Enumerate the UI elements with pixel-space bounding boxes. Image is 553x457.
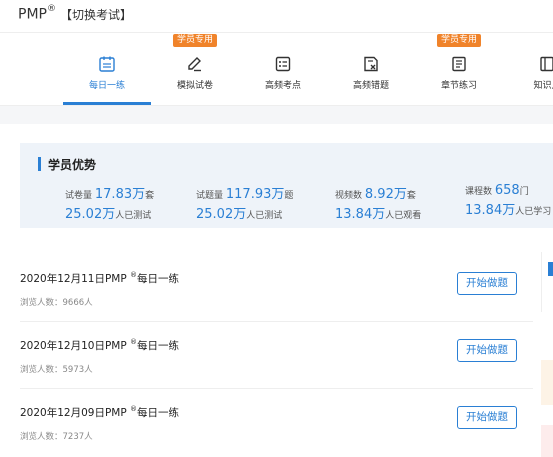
stat-label: 课程数 (465, 187, 493, 197)
start-practice-button[interactable]: 开始做题 (457, 339, 517, 362)
student-advantage-panel: 学员优势 试卷量 17.83万套 25.02万人已测试 试题量 117.93万题… (20, 143, 553, 228)
stat-count: 25.02万 (196, 207, 247, 222)
tab-daily-practice[interactable]: 每日一练 (63, 33, 151, 105)
stat-value: 117.93万 (225, 187, 285, 202)
list-item: 2020年12月11日PMP ®每日一练 浏览人数：9666人 开始做题 (20, 255, 533, 322)
stat-videos: 视频数 8.92万套 13.84万人已观看 (335, 183, 475, 222)
student-only-badge: 学员专用 (436, 34, 482, 47)
view-count: 浏览人数：9666人 (20, 298, 93, 308)
doc-x-icon (364, 56, 378, 72)
section-spacer (0, 106, 553, 124)
stat-count: 13.84万 (465, 203, 516, 218)
stat-count: 25.02万 (65, 207, 116, 222)
stat-count-label: 人已测试 (246, 211, 283, 221)
start-practice-button[interactable]: 开始做题 (457, 272, 517, 295)
book-icon (452, 56, 466, 72)
view-count: 浏览人数：7237人 (20, 432, 93, 442)
stat-value: 658 (494, 183, 520, 198)
switch-exam-link[interactable]: 【切换考试】 (60, 6, 132, 23)
start-practice-button[interactable]: 开始做题 (457, 406, 517, 429)
stat-papers: 试卷量 17.83万套 25.02万人已测试 (65, 183, 205, 222)
student-only-badge: 学员专用 (172, 34, 218, 47)
feature-tabs: 每日一练 学员专用 模拟试卷 高频考点 高频错题 学员专用 章节练习 知识点 (0, 33, 553, 105)
calendar-icon (99, 56, 115, 72)
stat-count-label: 人已测试 (115, 211, 152, 221)
top-header: PMP® 【切换考试】 (0, 0, 553, 28)
tab-frequent-mistakes[interactable]: 高频错题 (327, 33, 415, 105)
stat-count: 13.84万 (335, 207, 386, 222)
tab-label: 高频考点 (264, 81, 301, 91)
stat-label: 视频数 (335, 191, 363, 201)
knowledge-icon (540, 56, 553, 72)
pen-icon (188, 57, 201, 72)
stat-unit: 套 (145, 191, 155, 201)
stat-label: 试卷量 (65, 191, 93, 201)
advantage-title: 学员优势 (48, 158, 97, 172)
list-item: 2020年12月09日PMP ®每日一练 浏览人数：7237人 开始做题 (20, 389, 533, 456)
practice-title[interactable]: 2020年12月10日PMP ®每日一练 (20, 338, 179, 353)
exam-brand: PMP® (18, 4, 56, 23)
side-accent-bar (548, 262, 553, 276)
stat-value: 8.92万 (364, 187, 407, 202)
stat-count-label: 人已学习 (515, 207, 552, 217)
stat-count-label: 人已观看 (385, 211, 422, 221)
tab-label: 知识点 (533, 81, 553, 91)
side-card (541, 360, 553, 405)
view-count: 浏览人数：5973人 (20, 365, 93, 375)
tab-knowledge-points[interactable]: 知识点 (503, 33, 553, 105)
tab-chapter-practice[interactable]: 学员专用 章节练习 (415, 33, 503, 105)
practice-title[interactable]: 2020年12月09日PMP ®每日一练 (20, 405, 179, 420)
stat-value: 17.83万 (94, 187, 146, 202)
tab-label: 章节练习 (440, 81, 477, 91)
stat-label: 试题量 (196, 191, 224, 201)
stat-unit: 题 (284, 191, 294, 201)
side-card (541, 425, 553, 457)
stat-courses: 课程数 658门 13.84万人已学习 (465, 183, 553, 218)
side-card (541, 252, 553, 312)
tab-key-points[interactable]: 高频考点 (239, 33, 327, 105)
tab-label: 模拟试卷 (176, 81, 213, 91)
tab-label: 高频错题 (352, 81, 389, 91)
list-icon (275, 56, 291, 72)
tab-mock-exam[interactable]: 学员专用 模拟试卷 (151, 33, 239, 105)
stat-unit: 套 (406, 191, 416, 201)
tab-label: 每日一练 (88, 81, 125, 91)
practice-title[interactable]: 2020年12月11日PMP ®每日一练 (20, 271, 179, 286)
stat-questions: 试题量 117.93万题 25.02万人已测试 (196, 183, 336, 222)
section-accent-bar (38, 157, 41, 171)
stat-unit: 门 (519, 187, 529, 197)
list-item: 2020年12月10日PMP ®每日一练 浏览人数：5973人 开始做题 (20, 322, 533, 389)
